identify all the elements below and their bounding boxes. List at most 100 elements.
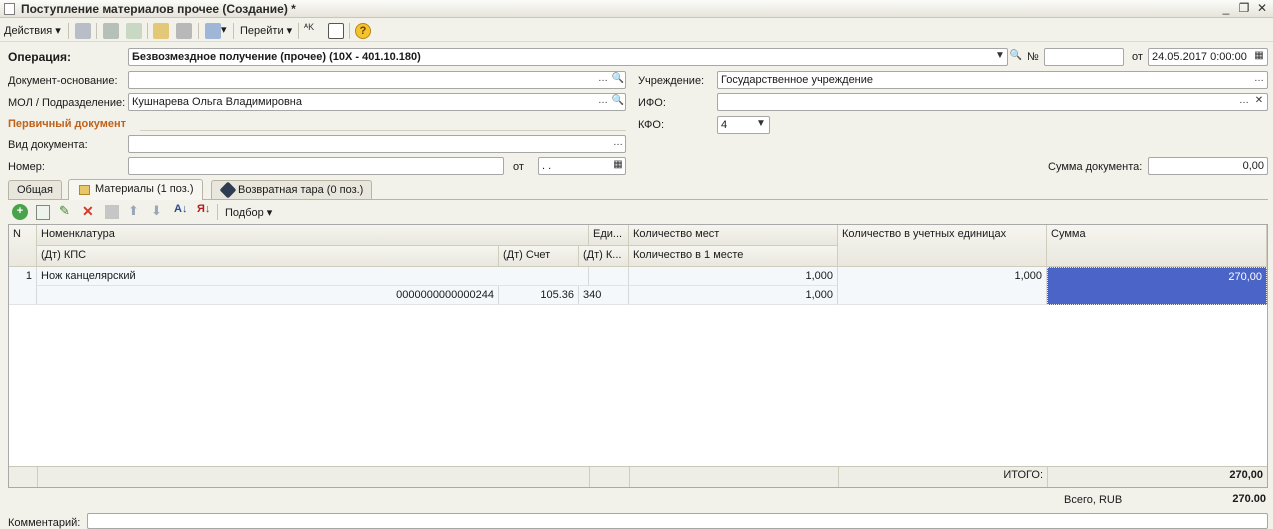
end-edit-icon[interactable]: [105, 205, 119, 219]
doc-type-field[interactable]: [128, 135, 626, 153]
chevron-down-icon[interactable]: ▾: [221, 23, 227, 36]
comment-field[interactable]: [87, 513, 1268, 529]
delete-icon[interactable]: ✕: [82, 203, 94, 220]
copy-icon[interactable]: [103, 23, 119, 39]
row-kps[interactable]: 0000000000000244: [37, 286, 499, 305]
all-total-label: Всего, RUB: [1064, 494, 1123, 506]
row-qty-units[interactable]: 1,000: [838, 267, 1047, 305]
main-toolbar: Действия ▾ ▾ Перейти ▾ ᴬK ?: [0, 20, 1273, 42]
basis-field[interactable]: [128, 71, 626, 89]
separator: [298, 23, 299, 39]
sum-field[interactable]: 0,00: [1148, 157, 1268, 175]
select-button[interactable]: …: [596, 72, 610, 88]
dropdown-icon[interactable]: ▼: [754, 117, 768, 133]
separator: [349, 23, 350, 39]
edit-icon[interactable]: ✎: [59, 203, 70, 219]
search-icon[interactable]: 🔍: [611, 72, 625, 88]
institution-field[interactable]: Государственное учреждение: [717, 71, 1268, 89]
search-icon[interactable]: 🔍: [1009, 49, 1023, 65]
row-nomenclature[interactable]: Нож канцелярский: [37, 267, 589, 286]
dt-kt-icon[interactable]: ᴬK: [304, 22, 314, 32]
select-button[interactable]: …: [1252, 72, 1266, 88]
kfo-label: КФО:: [638, 119, 665, 131]
divider: [37, 466, 38, 487]
clear-icon[interactable]: ✕: [1252, 94, 1266, 110]
comment-label: Комментарий:: [8, 517, 81, 529]
post-icon[interactable]: [75, 23, 91, 39]
num-label: Номер:: [8, 161, 45, 173]
row-sum[interactable]: 270,00: [1047, 267, 1267, 305]
help-icon[interactable]: ?: [355, 23, 371, 39]
separator: [217, 204, 218, 220]
row-k[interactable]: 340: [579, 286, 629, 305]
mol-field[interactable]: Кушнарева Ольга Владимировна: [128, 93, 626, 111]
sort-desc-icon[interactable]: Я↓: [197, 203, 210, 215]
separator: [147, 23, 148, 39]
col-qty-units[interactable]: Количество в учетных единицах: [838, 225, 1047, 267]
search-icon[interactable]: 🔍: [611, 94, 625, 110]
col-account[interactable]: (Дт) Счет: [499, 246, 579, 267]
date-label: от: [1132, 51, 1143, 63]
print-icon[interactable]: [176, 23, 192, 39]
col-unit[interactable]: Еди...: [589, 225, 629, 246]
minimize-button[interactable]: _: [1218, 1, 1234, 17]
restore-button[interactable]: ❐: [1236, 1, 1252, 17]
add-icon[interactable]: [126, 23, 142, 39]
number-label: №: [1027, 51, 1039, 63]
col-kps[interactable]: (Дт) КПС: [37, 246, 499, 267]
tab-materials-label: Материалы (1 поз.): [95, 183, 194, 195]
calendar-icon[interactable]: ▦: [611, 158, 625, 174]
col-qty-one[interactable]: Количество в 1 месте: [629, 246, 838, 267]
actions-menu[interactable]: Действия ▾: [4, 24, 61, 37]
separator: [198, 23, 199, 39]
operation-field[interactable]: Безвозмездное получение (прочее) (10X - …: [128, 48, 1008, 66]
ifo-field[interactable]: [717, 93, 1268, 111]
move-down-icon[interactable]: ⬇: [151, 203, 162, 219]
row-unit[interactable]: [589, 267, 629, 286]
ifo-label: ИФО:: [638, 97, 666, 109]
add-row-icon[interactable]: +: [12, 204, 28, 220]
number-field[interactable]: [1044, 48, 1124, 66]
num-field[interactable]: [128, 157, 504, 175]
select-button[interactable]: …: [1237, 94, 1251, 110]
row-qty-one[interactable]: 1,000: [629, 286, 838, 305]
row-number[interactable]: 1: [9, 267, 37, 305]
box-icon: [219, 181, 237, 199]
copy-row-icon[interactable]: [36, 205, 50, 220]
separator: [96, 23, 97, 39]
materials-table[interactable]: N Номенклатура Еди... Количество мест Ко…: [8, 224, 1268, 488]
tab-materials[interactable]: Материалы (1 поз.): [68, 179, 203, 200]
col-sum[interactable]: Сумма: [1047, 225, 1267, 267]
pick-menu[interactable]: Подбор ▾: [225, 206, 272, 219]
report-icon[interactable]: [328, 23, 344, 39]
all-total-value: 270.00: [1232, 493, 1266, 505]
row-qty-places[interactable]: 1,000: [629, 267, 838, 286]
basis-label: Документ-основание:: [8, 75, 118, 87]
col-nomenclature[interactable]: Номенклатура: [37, 225, 589, 246]
tab-returnable[interactable]: Возвратная тара (0 поз.): [211, 180, 373, 199]
doc-type-label: Вид документа:: [8, 139, 88, 151]
num-date-label: от: [513, 161, 524, 173]
sum-label: Сумма документа:: [1048, 161, 1143, 173]
select-button[interactable]: …: [611, 136, 625, 152]
table-icon: [79, 185, 90, 195]
tab-general[interactable]: Общая: [8, 180, 62, 199]
save-icon[interactable]: [153, 23, 169, 39]
col-qty-places[interactable]: Количество мест: [629, 225, 838, 246]
col-k[interactable]: (Дт) К...: [579, 246, 629, 267]
sort-asc-icon[interactable]: A↓: [174, 203, 187, 215]
dropdown-icon[interactable]: ▼: [993, 49, 1007, 65]
calendar-icon[interactable]: ▦: [1252, 49, 1266, 65]
goto-menu[interactable]: Перейти ▾: [240, 24, 292, 37]
institution-label: Учреждение:: [638, 75, 705, 87]
based-on-icon[interactable]: [205, 23, 221, 39]
primary-doc-title: Первичный документ: [8, 118, 126, 130]
col-n[interactable]: N: [9, 225, 37, 267]
date-field[interactable]: 24.05.2017 0:00:00: [1148, 48, 1268, 66]
row-account[interactable]: 105.36: [499, 286, 579, 305]
close-button[interactable]: ✕: [1254, 1, 1270, 17]
total-sum: 270,00: [1229, 469, 1263, 481]
divider: [589, 466, 590, 487]
select-button[interactable]: …: [596, 94, 610, 110]
move-up-icon[interactable]: ⬆: [128, 203, 139, 219]
